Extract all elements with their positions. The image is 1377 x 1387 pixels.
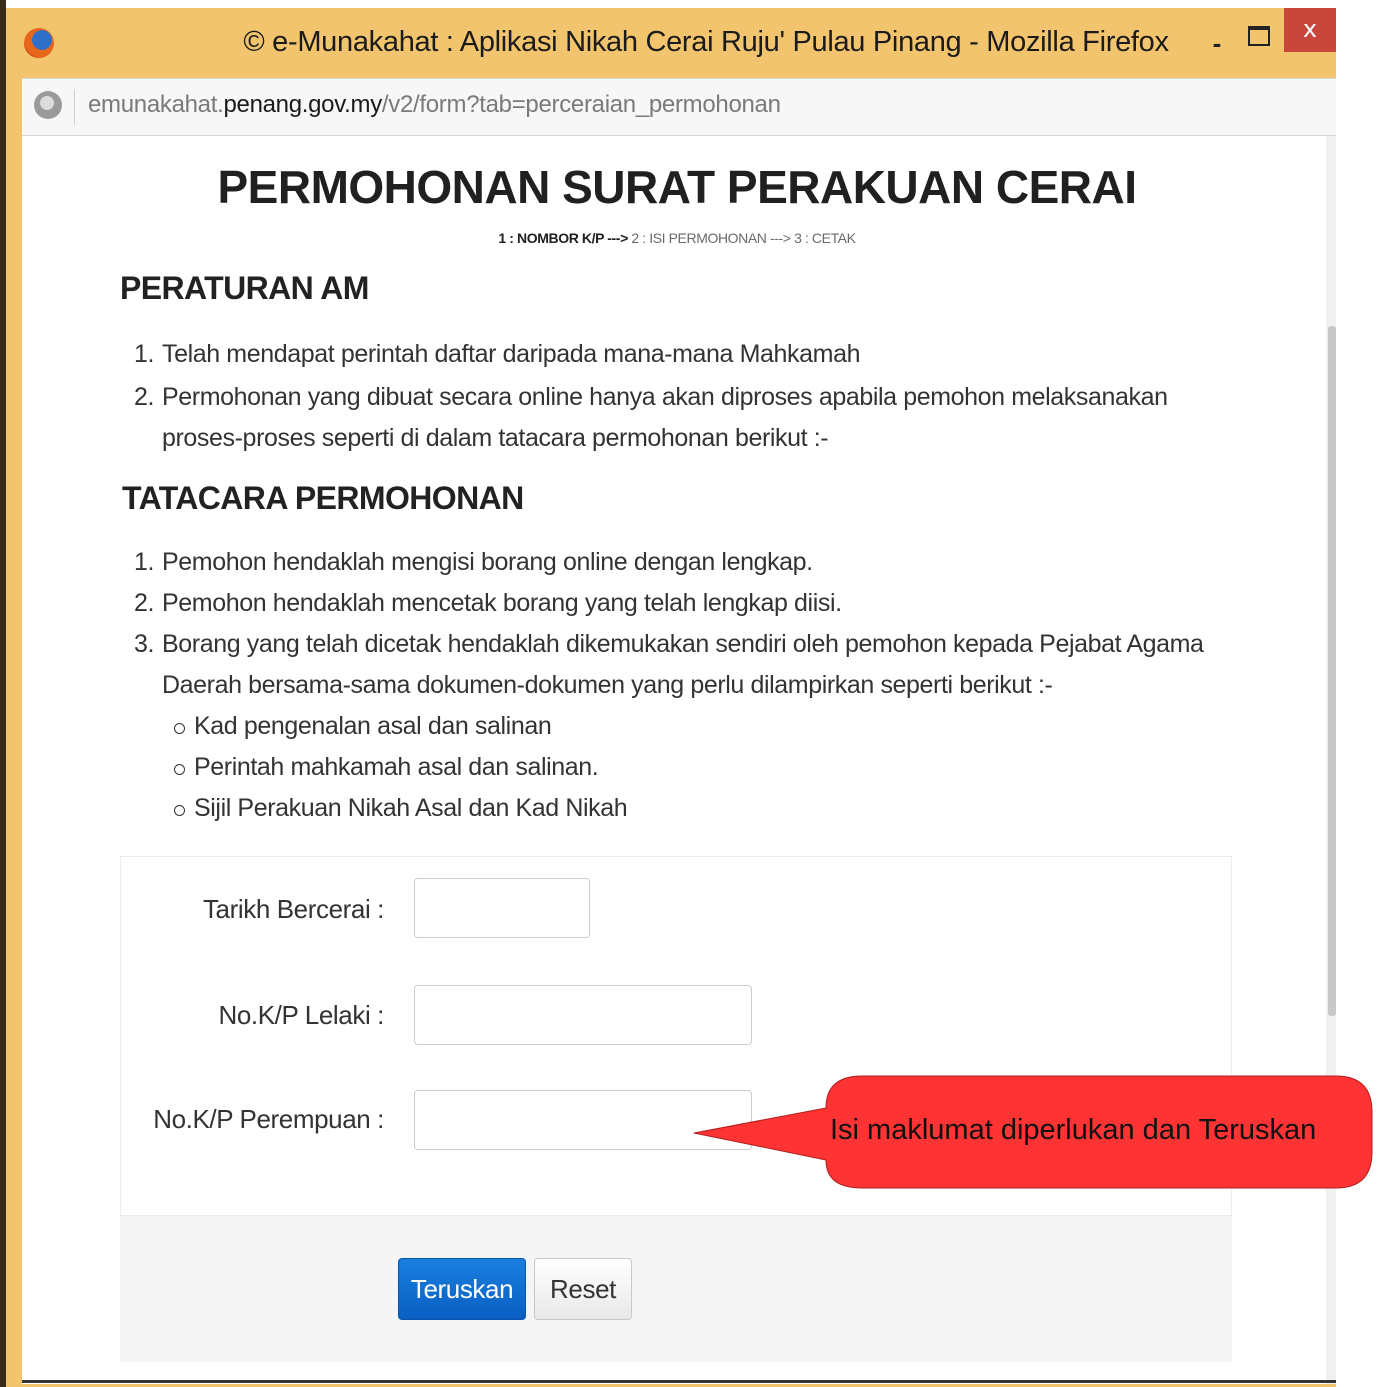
- url-path: /v2/form?tab=perceraian_permohonan: [381, 91, 781, 118]
- document-item: Kad pengenalan asal dan salinan: [172, 706, 1214, 747]
- rules-item-1: 1. Telah mendapat perintah daftar daripad…: [134, 334, 1244, 375]
- minimize-button[interactable]: -: [1202, 28, 1232, 58]
- document-item: Perintah mahkamah asal dan salinan.: [172, 747, 1214, 788]
- procedure-item-3-text: Borang yang telah dicetak hendaklah dike…: [162, 630, 1204, 699]
- step-1: 1 : NOMBOR K/P: [498, 230, 604, 246]
- window-bottom-border: [22, 1380, 1336, 1383]
- procedure-item-3-num: 3.: [134, 630, 155, 658]
- procedure-item-1: 1. Pemohon hendaklah mengisi borang onlin…: [134, 542, 1214, 583]
- step-2: 2 : ISI PERMOHONAN: [631, 230, 767, 246]
- continue-button[interactable]: Teruskan: [398, 1258, 526, 1320]
- procedure-item-2-text: Pemohon hendaklah mencetak borang yang t…: [162, 589, 842, 617]
- url-text[interactable]: emunakahat.penang.gov.my/v2/form?tab=per…: [88, 91, 781, 119]
- rules-heading: PERATURAN AM: [120, 270, 369, 306]
- divorce-date-label: Tarikh Bercerai :: [202, 894, 384, 924]
- title-bar[interactable]: © e-Munakahat : Aplikasi Nikah Cerai Ruj…: [6, 8, 1336, 84]
- procedure-item-1-text: Pemohon hendaklah mengisi borang online …: [162, 548, 813, 576]
- url-prefix: emunakahat.: [88, 91, 224, 118]
- procedure-item-1-num: 1.: [134, 548, 155, 576]
- step-arrow-1: --->: [603, 230, 632, 246]
- address-bar[interactable]: emunakahat.penang.gov.my/v2/form?tab=per…: [22, 78, 1336, 136]
- maximize-button[interactable]: [1248, 26, 1270, 46]
- female-ic-input[interactable]: [414, 1090, 752, 1150]
- document-item: Sijil Perakuan Nikah Asal dan Kad Nikah: [172, 788, 1214, 829]
- rules-item-2-num: 2.: [134, 383, 155, 411]
- rules-item-2-text: Permohonan yang dibuat secara online han…: [162, 383, 1168, 452]
- step-arrow-2: --->: [766, 230, 795, 246]
- divorce-date-input[interactable]: [414, 878, 590, 938]
- window-title: © e-Munakahat : Aplikasi Nikah Cerai Ruj…: [243, 26, 1169, 58]
- step-indicator: 1 : NOMBOR K/P ---> 2 : ISI PERMOHONAN -…: [22, 230, 1332, 246]
- rules-item-2: 2. Permohonan yang dibuat secara online h…: [134, 377, 1244, 459]
- rules-item-1-num: 1.: [134, 340, 155, 368]
- close-button[interactable]: x: [1284, 8, 1336, 52]
- callout-text: Isi maklumat diperlukan dan Teruskan: [830, 1114, 1317, 1146]
- step-3: 3 : CETAK: [794, 230, 856, 246]
- address-separator: [74, 89, 75, 125]
- page-viewport: PERMOHONAN SURAT PERAKUAN CERAI 1 : NOMB…: [22, 136, 1336, 1384]
- rules-list: 1. Telah mendapat perintah daftar daripad…: [134, 334, 1244, 459]
- globe-icon[interactable]: [34, 91, 62, 119]
- male-ic-input[interactable]: [414, 985, 752, 1045]
- scrollbar-thumb[interactable]: [1328, 326, 1336, 1016]
- male-ic-label: No.K/P Lelaki :: [218, 1000, 384, 1030]
- reset-button[interactable]: Reset: [534, 1258, 632, 1320]
- procedure-item-2: 2. Pemohon hendaklah mencetak borang yang…: [134, 583, 1214, 624]
- url-domain: penang.gov.my: [223, 91, 382, 118]
- procedure-item-3: 3. Borang yang telah dicetak hendaklah di…: [134, 624, 1214, 829]
- documents-list: Kad pengenalan asal dan salinan Perintah…: [172, 706, 1214, 829]
- procedure-item-2-num: 2.: [134, 589, 155, 617]
- form-actions: [120, 1216, 1232, 1362]
- procedure-list: 1. Pemohon hendaklah mengisi borang onlin…: [134, 542, 1214, 829]
- rules-item-1-text: Telah mendapat perintah daftar daripada …: [162, 340, 861, 368]
- page-title: PERMOHONAN SURAT PERAKUAN CERAI: [217, 161, 1137, 213]
- procedure-heading: TATACARA PERMOHONAN: [122, 480, 524, 516]
- female-ic-label: No.K/P Perempuan :: [153, 1104, 384, 1134]
